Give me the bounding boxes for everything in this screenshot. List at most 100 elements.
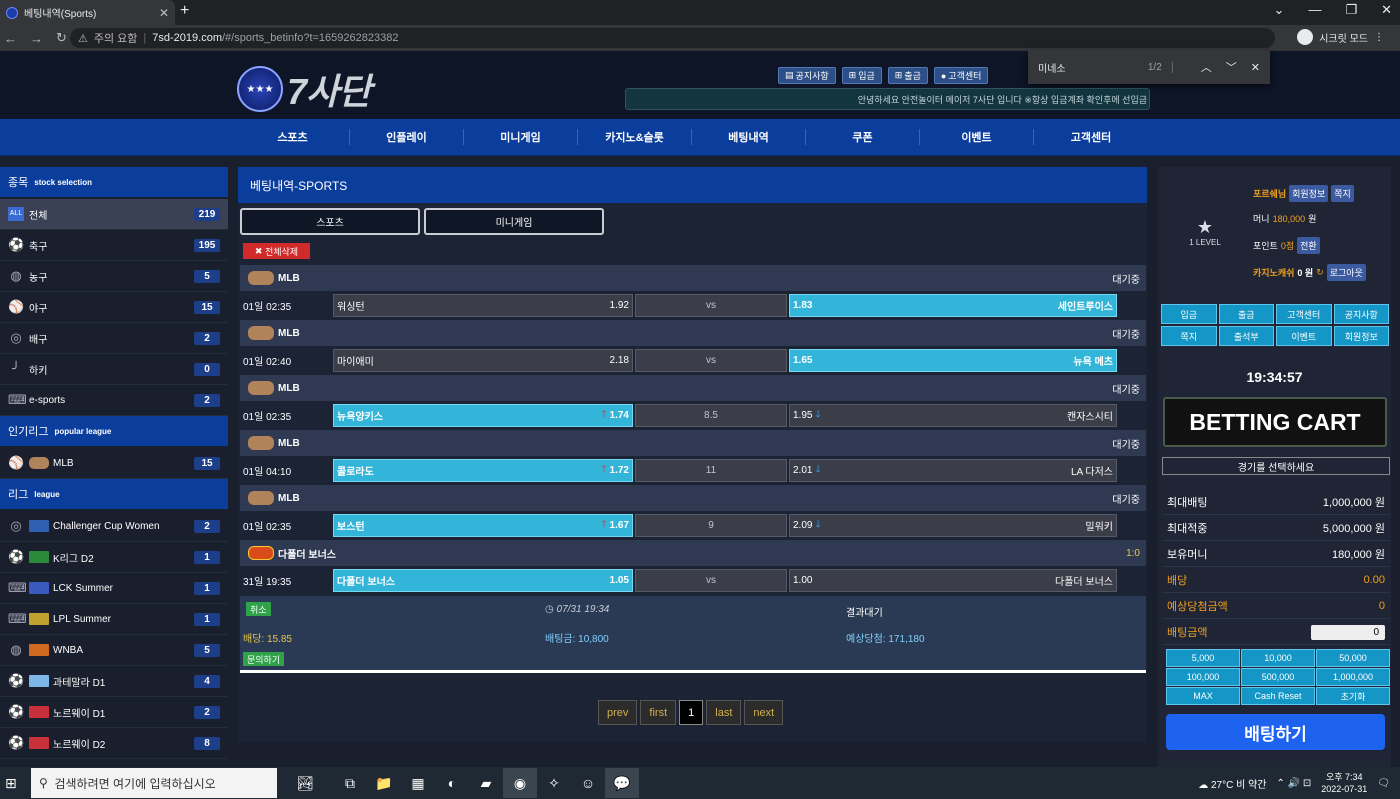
away-pick: 1.83 세인트루이스: [789, 294, 1117, 317]
sport-item-basketball[interactable]: ◍ 농구 5: [0, 261, 228, 292]
kakaotalk-icon[interactable]: 💬: [605, 768, 639, 798]
search-highlight-icon[interactable]: 🏞: [277, 768, 333, 798]
taskbar-clock[interactable]: 오후 7:34 2022-07-31: [1321, 771, 1367, 795]
chrome-icon[interactable]: ◉: [503, 768, 537, 798]
nav-inplay[interactable]: 인플레이: [350, 129, 464, 145]
sport-item-baseball[interactable]: ⚾ 야구 15: [0, 292, 228, 323]
close-tab-icon[interactable]: ✕: [159, 6, 169, 20]
sport-item-soccer[interactable]: ⚽ 축구 195: [0, 230, 228, 261]
amount-5000-button[interactable]: 5,000: [1166, 649, 1240, 667]
quick-notice[interactable]: 공지사항: [1333, 304, 1389, 324]
taskbar-search[interactable]: ⚲ 검색하려면 여기에 입력하십시오: [31, 768, 277, 798]
away-pick: 1.95 🡓 캔자스시티: [789, 404, 1117, 427]
find-prev-icon[interactable]: ︿: [1201, 59, 1212, 75]
edge-icon[interactable]: ◐: [435, 768, 469, 798]
nav-bet-history[interactable]: 베팅내역: [692, 129, 806, 145]
back-icon[interactable]: ←: [4, 31, 26, 46]
league-item[interactable]: ⚽ 과테말라 D1 4: [0, 666, 228, 697]
quick-support[interactable]: 고객센터: [1276, 304, 1332, 324]
store-icon[interactable]: ▦: [401, 768, 435, 798]
page-first[interactable]: first: [640, 700, 677, 725]
deposit-button[interactable]: ⊞ 입금: [841, 67, 882, 84]
sport-item-esports[interactable]: ⌨ e-sports 2: [0, 385, 228, 416]
file-explorer-icon[interactable]: 📁: [367, 768, 401, 798]
league-item[interactable]: ⌨ LCK Summer 1: [0, 573, 228, 604]
tray-icons[interactable]: ⌃ 🔊 ⊡: [1276, 778, 1311, 789]
nav-event[interactable]: 이벤트: [920, 129, 1034, 145]
page-current[interactable]: 1: [679, 700, 704, 725]
page-last[interactable]: last: [706, 700, 742, 725]
incognito-indicator[interactable]: 시크릿 모드 ⋮: [1297, 29, 1384, 45]
amount-1000000-button[interactable]: 1,000,000: [1316, 668, 1390, 686]
nav-sports[interactable]: 스포츠: [236, 129, 350, 145]
member-info-button[interactable]: 회원정보: [1289, 185, 1329, 202]
new-tab-icon[interactable]: +: [180, 2, 189, 20]
popular-item-mlb[interactable]: ⚾ MLB 15: [0, 448, 228, 479]
league-item[interactable]: ⚽ K리그 D2 1: [0, 542, 228, 573]
quick-attendance[interactable]: 출석부: [1218, 326, 1274, 346]
sticky-notes-icon[interactable]: ▰: [469, 768, 503, 798]
quick-deposit[interactable]: 입금: [1161, 304, 1217, 324]
inquiry-button[interactable]: 문의하기: [243, 652, 285, 666]
notice-button[interactable]: ▤ 공지사항: [778, 67, 836, 84]
minimize-icon[interactable]: —: [1308, 2, 1321, 18]
league-item[interactable]: ⚽ 노르웨이 D2 8: [0, 728, 228, 759]
weather[interactable]: ☁ 27°C 비 약간: [1198, 776, 1266, 791]
tab-minigame[interactable]: 미니게임: [424, 208, 604, 235]
menu-icon[interactable]: ⋮: [1374, 32, 1384, 43]
windows-start-icon[interactable]: ⊞: [5, 775, 29, 792]
address-input[interactable]: ⚠ 주의 요함 | 7sd-2019.com /#/sports_betinfo…: [70, 28, 1275, 48]
notification-icon[interactable]: 🗨: [1377, 778, 1390, 789]
cash-reset-button[interactable]: Cash Reset: [1241, 687, 1315, 705]
quick-member-info[interactable]: 회원정보: [1333, 326, 1389, 346]
close-window-icon[interactable]: ✕: [1381, 2, 1392, 18]
page-prev[interactable]: prev: [598, 700, 638, 725]
league-item[interactable]: ◍ WNBA 5: [0, 635, 228, 666]
reset-button[interactable]: 초기화: [1316, 687, 1390, 705]
restore-icon[interactable]: ❐: [1345, 2, 1357, 18]
amount-100000-button[interactable]: 100,000: [1166, 668, 1240, 686]
sport-item-all[interactable]: ALL 전체 219: [0, 199, 228, 230]
tab-sports[interactable]: 스포츠: [240, 208, 420, 235]
nav-support[interactable]: 고객센터: [1034, 129, 1148, 145]
find-close-icon[interactable]: ✕: [1251, 61, 1260, 74]
forward-icon[interactable]: →: [30, 31, 52, 46]
amount-10000-button[interactable]: 10,000: [1241, 649, 1315, 667]
section-header: 종목 stock selection: [0, 167, 228, 197]
bet-amount-input[interactable]: 0: [1311, 625, 1385, 640]
amount-max-button[interactable]: MAX: [1166, 687, 1240, 705]
league-item[interactable]: ◎ Challenger Cup Women 2: [0, 511, 228, 542]
task-view-icon[interactable]: ⧉: [333, 768, 367, 798]
app-icon[interactable]: ✧: [537, 768, 571, 798]
site-logo[interactable]: ★★★ 7사단: [237, 63, 371, 115]
delete-all-button[interactable]: ✖ 전체삭제: [243, 243, 310, 259]
quick-memo[interactable]: 쪽지: [1161, 326, 1217, 346]
browser-tab[interactable]: 베팅내역(Sports) ✕: [0, 0, 175, 25]
find-input[interactable]: 미네소: [1038, 60, 1148, 75]
sport-item-volleyball[interactable]: ◎ 배구 2: [0, 323, 228, 354]
memo-button[interactable]: 쪽지: [1331, 185, 1354, 202]
find-bar: 미네소 1/2 ︿ ﹀ ✕: [1028, 50, 1270, 84]
amount-50000-button[interactable]: 50,000: [1316, 649, 1390, 667]
cancel-button[interactable]: 취소: [246, 602, 271, 616]
withdraw-button[interactable]: ⊞ 출금: [887, 67, 928, 84]
nav-coupon[interactable]: 쿠폰: [806, 129, 920, 145]
nav-casino[interactable]: 카지노&슬롯: [578, 129, 692, 145]
refresh-icon[interactable]: ↻: [1316, 267, 1324, 278]
find-next-icon[interactable]: ﹀: [1226, 59, 1237, 75]
amount-500000-button[interactable]: 500,000: [1241, 668, 1315, 686]
page-next[interactable]: next: [744, 700, 784, 725]
sport-item-hockey[interactable]: ╯ 하키 0: [0, 354, 228, 385]
support-button[interactable]: ● 고객센터: [933, 67, 989, 84]
league-item[interactable]: ⚽ 노르웨이 D1 2: [0, 697, 228, 728]
logout-button[interactable]: 로그아웃: [1326, 264, 1366, 281]
security-warning: 주의 요함: [93, 33, 138, 45]
place-bet-button[interactable]: 배팅하기: [1166, 714, 1385, 750]
nav-minigame[interactable]: 미니게임: [464, 129, 578, 145]
chevron-down-icon[interactable]: ⌄: [1274, 2, 1285, 18]
convert-button[interactable]: 전환: [1297, 237, 1320, 254]
quick-withdraw[interactable]: 출금: [1218, 304, 1274, 324]
discord-icon[interactable]: ☺: [571, 768, 605, 798]
quick-event[interactable]: 이벤트: [1276, 326, 1332, 346]
league-item[interactable]: ⌨ LPL Summer 1: [0, 604, 228, 635]
